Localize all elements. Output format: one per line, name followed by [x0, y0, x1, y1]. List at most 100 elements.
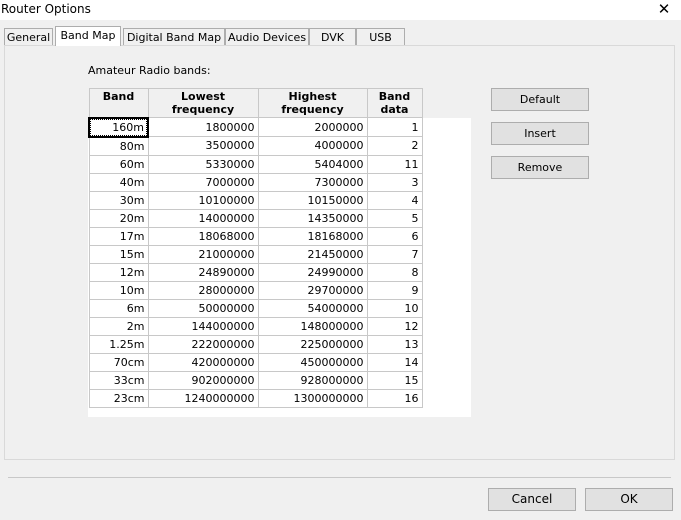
table-row[interactable]: 12m 24890000 24990000 8 [88, 262, 423, 282]
lowest-frequency-cell[interactable]: 1240000000 [147, 388, 259, 408]
tab-digital-band-map[interactable]: Digital Band Map [123, 28, 225, 45]
table-label: Amateur Radio bands: [88, 64, 211, 77]
table-row[interactable]: 10m 28000000 29700000 9 [88, 280, 423, 300]
close-icon[interactable]: ✕ [649, 0, 679, 20]
column-header-highest-frequency[interactable]: Highest frequency [257, 88, 368, 118]
lowest-frequency-cell[interactable]: 3500000 [147, 136, 259, 156]
table-row[interactable]: 80m 3500000 4000000 2 [88, 136, 423, 156]
band-data-cell[interactable]: 12 [366, 316, 423, 336]
highest-frequency-cell[interactable]: 450000000 [257, 352, 368, 372]
table-row[interactable]: 33cm 902000000 928000000 15 [88, 370, 423, 390]
highest-frequency-cell[interactable]: 5404000 [257, 154, 368, 174]
band-cell[interactable]: 33cm [88, 370, 149, 390]
band-data-cell[interactable]: 10 [366, 298, 423, 318]
band-cell[interactable]: 70cm [88, 352, 149, 372]
band-cell[interactable]: 17m [88, 226, 149, 246]
lowest-frequency-cell[interactable]: 28000000 [147, 280, 259, 300]
highest-frequency-cell[interactable]: 10150000 [257, 190, 368, 210]
tab-audio-devices[interactable]: Audio Devices [225, 28, 309, 45]
highest-frequency-cell[interactable]: 29700000 [257, 280, 368, 300]
band-cell[interactable]: 6m [88, 298, 149, 318]
cancel-button[interactable]: Cancel [488, 488, 576, 511]
lowest-frequency-cell[interactable]: 24890000 [147, 262, 259, 282]
column-header-band[interactable]: Band [88, 88, 149, 118]
band-data-cell[interactable]: 6 [366, 226, 423, 246]
band-cell[interactable]: 20m [88, 208, 149, 228]
band-data-cell[interactable]: 2 [366, 136, 423, 156]
tab-dvk[interactable]: DVK [309, 28, 356, 45]
band-cell[interactable]: 30m [88, 190, 149, 210]
table-row[interactable]: 17m 18068000 18168000 6 [88, 226, 423, 246]
highest-frequency-cell[interactable]: 14350000 [257, 208, 368, 228]
band-data-cell[interactable]: 16 [366, 388, 423, 408]
lowest-frequency-cell[interactable]: 7000000 [147, 172, 259, 192]
band-cell[interactable]: 23cm [88, 388, 149, 408]
column-header-band-data[interactable]: Band data [366, 88, 423, 118]
band-data-cell[interactable]: 7 [366, 244, 423, 264]
table-row[interactable]: 2m 144000000 148000000 12 [88, 316, 423, 336]
band-cell[interactable]: 1.25m [88, 334, 149, 354]
band-cell[interactable]: 12m [88, 262, 149, 282]
lowest-frequency-cell[interactable]: 18068000 [147, 226, 259, 246]
band-data-cell[interactable]: 9 [366, 280, 423, 300]
window-title: Router Options [1, 2, 91, 16]
lowest-frequency-cell[interactable]: 14000000 [147, 208, 259, 228]
highest-frequency-cell[interactable]: 2000000 [257, 117, 368, 137]
insert-button[interactable]: Insert [491, 122, 589, 145]
default-button[interactable]: Default [491, 88, 589, 111]
band-table[interactable]: Band Lowest frequency Highest frequency Ba… [88, 88, 423, 408]
band-cell[interactable]: 2m [88, 316, 149, 336]
table-row[interactable]: 20m 14000000 14350000 5 [88, 208, 423, 228]
lowest-frequency-cell[interactable]: 10100000 [147, 190, 259, 210]
highest-frequency-cell[interactable]: 225000000 [257, 334, 368, 354]
highest-frequency-cell[interactable]: 21450000 [257, 244, 368, 264]
band-cell[interactable]: 60m [88, 154, 149, 174]
band-data-cell[interactable]: 15 [366, 370, 423, 390]
ok-button[interactable]: OK [585, 488, 673, 511]
band-data-cell[interactable]: 1 [366, 117, 423, 137]
column-header-lowest-frequency[interactable]: Lowest frequency [147, 88, 259, 118]
band-data-cell[interactable]: 13 [366, 334, 423, 354]
table-row[interactable]: 23cm 1240000000 1300000000 16 [88, 388, 423, 408]
lowest-frequency-cell[interactable]: 902000000 [147, 370, 259, 390]
remove-button[interactable]: Remove [491, 156, 589, 179]
highest-frequency-cell[interactable]: 928000000 [257, 370, 368, 390]
table-row[interactable]: 160m 1800000 2000000 1 [88, 116, 423, 138]
band-data-cell[interactable]: 3 [366, 172, 423, 192]
highest-frequency-cell[interactable]: 18168000 [257, 226, 368, 246]
table-row[interactable]: 1.25m 222000000 225000000 13 [88, 334, 423, 354]
highest-frequency-cell[interactable]: 148000000 [257, 316, 368, 336]
table-row[interactable]: 15m 21000000 21450000 7 [88, 244, 423, 264]
title-bar: Router Options ✕ [0, 0, 681, 20]
highest-frequency-cell[interactable]: 4000000 [257, 136, 368, 156]
lowest-frequency-cell[interactable]: 144000000 [147, 316, 259, 336]
band-data-cell[interactable]: 8 [366, 262, 423, 282]
band-cell[interactable]: 40m [88, 172, 149, 192]
highest-frequency-cell[interactable]: 7300000 [257, 172, 368, 192]
band-cell[interactable]: 80m [88, 136, 149, 156]
table-row[interactable]: 40m 7000000 7300000 3 [88, 172, 423, 192]
band-data-cell[interactable]: 5 [366, 208, 423, 228]
band-data-cell[interactable]: 14 [366, 352, 423, 372]
table-row[interactable]: 70cm 420000000 450000000 14 [88, 352, 423, 372]
band-cell[interactable]: 15m [88, 244, 149, 264]
band-data-cell[interactable]: 4 [366, 190, 423, 210]
band-cell[interactable]: 160m [88, 116, 149, 138]
lowest-frequency-cell[interactable]: 50000000 [147, 298, 259, 318]
table-row[interactable]: 60m 5330000 5404000 11 [88, 154, 423, 174]
lowest-frequency-cell[interactable]: 420000000 [147, 352, 259, 372]
tab-band-map[interactable]: Band Map [55, 26, 121, 46]
highest-frequency-cell[interactable]: 24990000 [257, 262, 368, 282]
highest-frequency-cell[interactable]: 1300000000 [257, 388, 368, 408]
lowest-frequency-cell[interactable]: 1800000 [147, 117, 259, 137]
lowest-frequency-cell[interactable]: 21000000 [147, 244, 259, 264]
lowest-frequency-cell[interactable]: 5330000 [147, 154, 259, 174]
table-row[interactable]: 30m 10100000 10150000 4 [88, 190, 423, 210]
table-row[interactable]: 6m 50000000 54000000 10 [88, 298, 423, 318]
lowest-frequency-cell[interactable]: 222000000 [147, 334, 259, 354]
band-cell[interactable]: 10m [88, 280, 149, 300]
tab-general[interactable]: General [4, 28, 53, 45]
band-data-cell[interactable]: 11 [366, 154, 423, 174]
tab-usb[interactable]: USB [356, 28, 405, 45]
highest-frequency-cell[interactable]: 54000000 [257, 298, 368, 318]
